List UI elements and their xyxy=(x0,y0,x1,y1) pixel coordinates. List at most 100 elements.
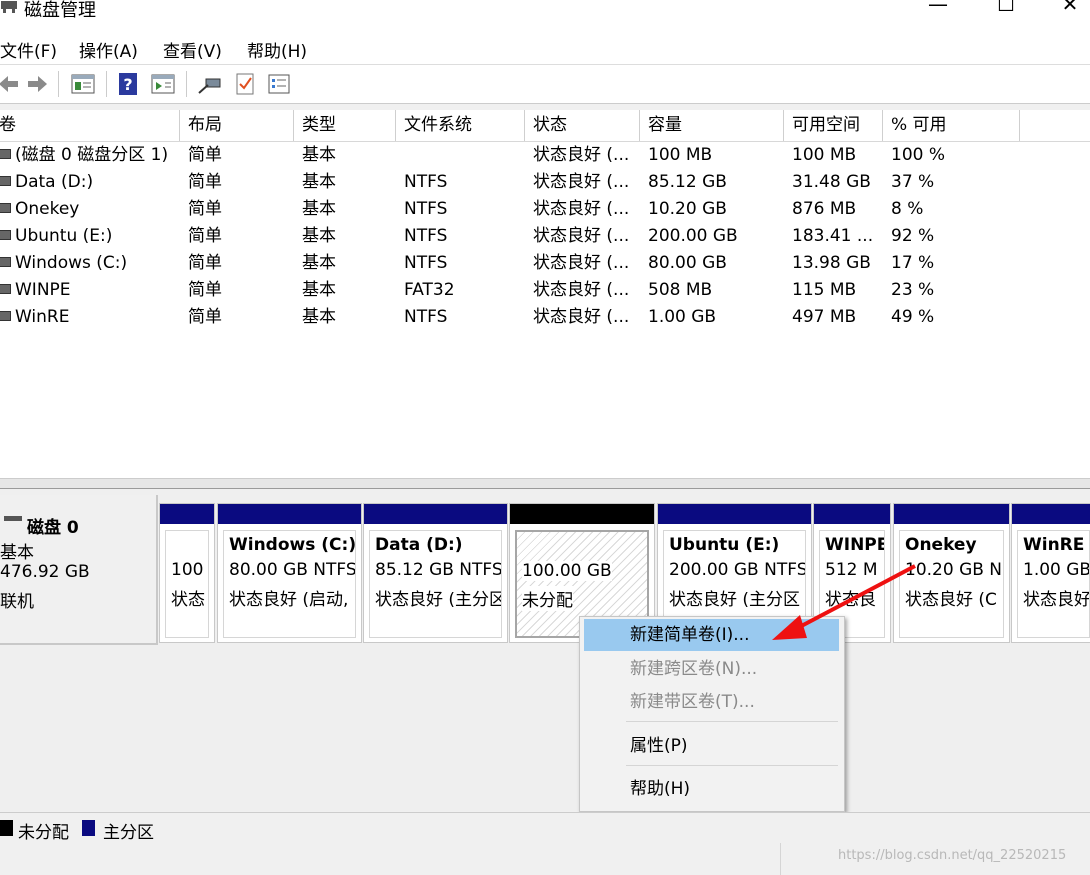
partition-size: 80.00 GB NTFS xyxy=(229,560,356,580)
check-icon[interactable] xyxy=(232,71,258,97)
cell-layout-text: 简单 xyxy=(188,253,222,273)
partition-bar xyxy=(894,504,1009,524)
menu-bar: 文件(F) 操作(A) 查看(V) 帮助(H) xyxy=(0,32,1090,65)
partition-bar xyxy=(160,504,214,524)
column-header-status[interactable]: 状态 xyxy=(525,110,640,141)
cell-volume-text: (磁盘 0 磁盘分区 1) xyxy=(15,145,169,165)
cell-filesystem xyxy=(396,142,525,169)
menu-item-new-spanned-volume[interactable]: 新建跨区卷(N)... xyxy=(584,653,839,685)
toolbar-separator xyxy=(106,71,107,97)
cell-free-space-text: 13.98 GB xyxy=(792,253,871,273)
column-header-layout[interactable]: 布局 xyxy=(180,110,294,141)
cell-percent-free: 49 % xyxy=(883,304,1020,331)
menu-action[interactable]: 操作(A) xyxy=(79,37,138,62)
cell-percent-free-text: 100 % xyxy=(891,145,946,165)
column-header-volume[interactable]: 卷 xyxy=(0,110,180,141)
cell-capacity-text: 100 MB xyxy=(648,145,713,165)
table-row[interactable]: Data (D:) 简单 基本 NTFS 状态良好 (... 85.12 GB 31.48 … xyxy=(0,169,1090,196)
table-row[interactable]: WinRE 简单 基本 NTFS 状态良好 (... 1.00 GB 497 MB 49 % xyxy=(0,304,1090,331)
cell-type-text: 基本 xyxy=(302,253,336,273)
disk-size: 476.92 GB xyxy=(0,562,90,582)
cell-status-text: 状态良好 (... xyxy=(533,307,630,327)
partition-status: 状态良好 (主分区 xyxy=(375,590,502,610)
cell-layout: 简单 xyxy=(180,196,294,223)
menu-help[interactable]: 帮助(H) xyxy=(247,37,307,62)
table-row[interactable]: Ubuntu (E:) 简单 基本 NTFS 状态良好 (... 200.00 GB 183… xyxy=(0,223,1090,250)
cell-free-space-text: 183.41 ... xyxy=(792,226,874,246)
partition-body: Data (D:) 85.12 GB NTFS 状态良好 (主分区 xyxy=(369,530,502,638)
volume-icon xyxy=(0,176,11,186)
menu-item-properties[interactable]: 属性(P) xyxy=(584,730,839,762)
cell-layout-text: 简单 xyxy=(188,172,222,192)
cell-status: 状态良好 (... xyxy=(525,196,640,223)
back-icon[interactable] xyxy=(0,71,22,97)
cell-layout: 简单 xyxy=(180,142,294,169)
cell-percent-free: 23 % xyxy=(883,277,1020,304)
cell-capacity-text: 1.00 GB xyxy=(648,307,717,327)
menu-item-help[interactable]: 帮助(H) xyxy=(584,773,839,805)
cell-percent-free: 17 % xyxy=(883,250,1020,277)
cell-capacity-text: 10.20 GB xyxy=(648,199,727,219)
partition-windows[interactable]: Windows (C:) 80.00 GB NTFS 状态良好 (启动, xyxy=(217,503,362,643)
menu-separator xyxy=(626,765,838,766)
partition-name: Windows (C:) xyxy=(229,535,356,555)
cell-volume: Ubuntu (E:) xyxy=(0,223,180,250)
cell-capacity: 508 MB xyxy=(640,277,784,304)
toolbar: ? xyxy=(0,65,1090,104)
cell-capacity-text: 85.12 GB xyxy=(648,172,727,192)
volume-icon xyxy=(0,203,11,213)
cell-type-text: 基本 xyxy=(302,307,336,327)
table-row[interactable]: WINPE 简单 基本 FAT32 状态良好 (... 508 MB 115 MB 23 % xyxy=(0,277,1090,304)
partition-winre[interactable]: WinRE 1.00 GB 状态良好 xyxy=(1011,503,1090,643)
cell-volume: Data (D:) xyxy=(0,169,180,196)
partition-onekey[interactable]: Onekey 10.20 GB N 状态良好 (C xyxy=(893,503,1010,643)
table-row[interactable]: (磁盘 0 磁盘分区 1) 简单 基本 状态良好 (... 100 MB 100 MB 10… xyxy=(0,142,1090,169)
maximize-icon[interactable]: ☐ xyxy=(986,0,1026,22)
minimize-icon[interactable]: — xyxy=(918,0,958,22)
menu-view[interactable]: 查看(V) xyxy=(163,37,222,62)
partition-system-reserved[interactable]: 100 状态 xyxy=(159,503,215,643)
console-tree-icon[interactable] xyxy=(70,71,96,97)
cell-filesystem: NTFS xyxy=(396,250,525,277)
title-bar: 磁盘管理 — ☐ ✕ xyxy=(0,0,1090,32)
properties-icon[interactable] xyxy=(266,71,292,97)
column-header-percent-free[interactable]: % 可用 xyxy=(883,110,1020,141)
cell-type-text: 基本 xyxy=(302,199,336,219)
menu-file[interactable]: 文件(F) xyxy=(0,37,57,62)
cell-free-space: 497 MB xyxy=(784,304,883,331)
partition-data[interactable]: Data (D:) 85.12 GB NTFS 状态良好 (主分区 xyxy=(363,503,508,643)
column-header-free-space[interactable]: 可用空间 xyxy=(784,110,883,141)
menu-item-new-simple-volume[interactable]: 新建简单卷(I)... xyxy=(584,619,839,651)
disk-type: 基本 xyxy=(0,543,34,563)
close-icon[interactable]: ✕ xyxy=(1050,0,1090,22)
help-icon[interactable]: ? xyxy=(116,71,142,97)
cell-capacity: 80.00 GB xyxy=(640,250,784,277)
cell-layout: 简单 xyxy=(180,277,294,304)
cell-percent-free: 92 % xyxy=(883,223,1020,250)
menu-item-new-striped-volume[interactable]: 新建带区卷(T)... xyxy=(584,686,839,718)
partition-status: 状态良 xyxy=(825,590,876,610)
cell-volume-text: Windows (C:) xyxy=(15,253,128,273)
column-header-capacity[interactable]: 容量 xyxy=(640,110,784,141)
volume-icon xyxy=(0,284,11,294)
column-header-type[interactable]: 类型 xyxy=(294,110,396,141)
cell-volume: WinRE xyxy=(0,304,180,331)
cell-type: 基本 xyxy=(294,169,396,196)
cell-filesystem: FAT32 xyxy=(396,277,525,304)
action-pane-icon[interactable] xyxy=(150,71,176,97)
cell-volume: (磁盘 0 磁盘分区 1) xyxy=(0,142,180,169)
cell-filesystem-text: NTFS xyxy=(404,199,448,219)
disk-management-app-icon xyxy=(1,1,17,13)
disk-0-label[interactable]: 磁盘 0 基本 476.92 GB 联机 xyxy=(0,495,158,645)
table-row[interactable]: Windows (C:) 简单 基本 NTFS 状态良好 (... 80.00 GB 13.… xyxy=(0,250,1090,277)
cell-type: 基本 xyxy=(294,277,396,304)
partition-size: 10.20 GB N xyxy=(905,560,1003,580)
table-row[interactable]: Onekey 简单 基本 NTFS 状态良好 (... 10.20 GB 876 MB 8 % xyxy=(0,196,1090,223)
connect-icon[interactable] xyxy=(196,71,222,97)
cell-type-text: 基本 xyxy=(302,145,336,165)
legend-label-unallocated: 未分配 xyxy=(18,823,69,843)
column-header-filesystem[interactable]: 文件系统 xyxy=(396,110,525,141)
partition-body: Onekey 10.20 GB N 状态良好 (C xyxy=(899,530,1004,638)
cell-layout-text: 简单 xyxy=(188,307,222,327)
forward-icon[interactable] xyxy=(24,71,50,97)
